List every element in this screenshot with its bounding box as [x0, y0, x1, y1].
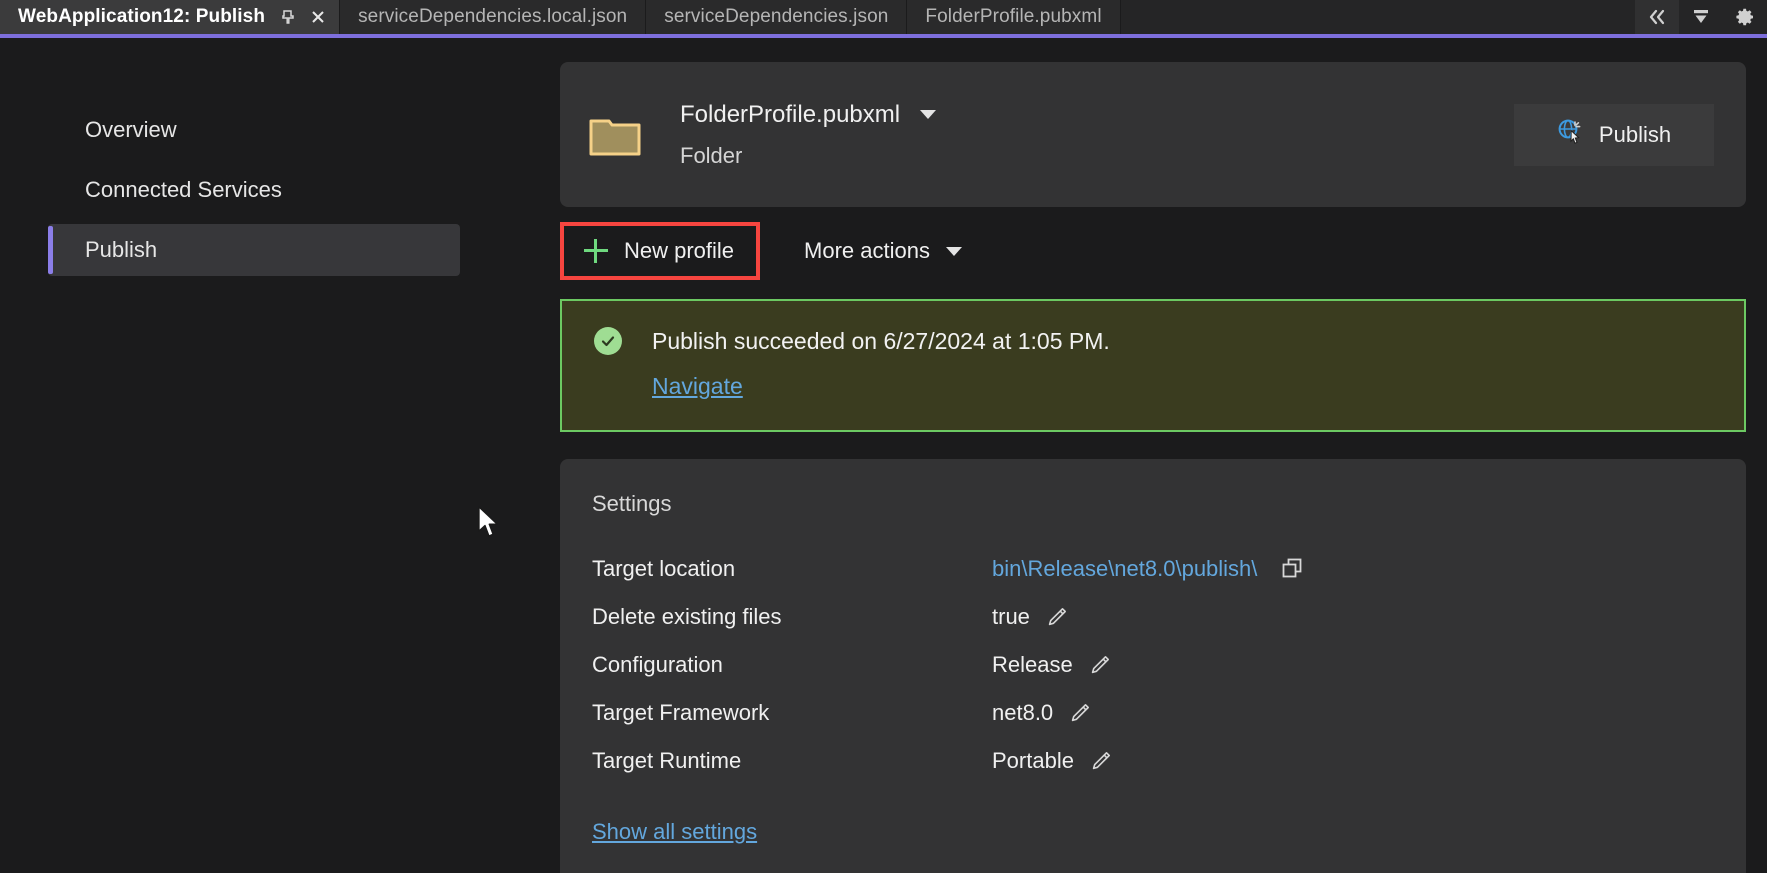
navigate-link[interactable]: Navigate	[652, 373, 743, 400]
copy-icon[interactable]	[1281, 557, 1305, 581]
profile-name: FolderProfile.pubxml	[680, 100, 901, 128]
settings-row-target-runtime: Target Runtime Portable	[592, 737, 1746, 785]
visual-studio-publish-window: WebApplication12: Publish serviceDepende…	[0, 0, 1767, 873]
setting-value-group: true	[992, 604, 1068, 630]
profile-type: Folder	[680, 142, 743, 168]
publish-profile-header: FolderProfile.pubxml Folder Publish	[560, 62, 1746, 207]
publish-main-panel: FolderProfile.pubxml Folder Publish New …	[540, 38, 1767, 873]
tab-label: WebApplication12: Publish	[18, 6, 266, 27]
new-profile-label: New profile	[624, 238, 735, 263]
sidebar-item-overview[interactable]: Overview	[48, 104, 460, 156]
pin-icon[interactable]	[275, 4, 301, 30]
setting-value-group: Portable	[992, 748, 1112, 774]
new-profile-button[interactable]: New profile	[560, 222, 761, 280]
gear-icon[interactable]	[1723, 0, 1767, 34]
setting-label: Configuration	[592, 652, 723, 677]
tab-folderprofile-pubxml[interactable]: FolderProfile.pubxml	[907, 0, 1121, 34]
pencil-icon[interactable]	[1089, 654, 1111, 676]
success-check-icon	[594, 327, 622, 355]
tab-icon-group	[275, 4, 331, 30]
more-actions-label: More actions	[804, 238, 930, 263]
settings-row-delete-existing-files: Delete existing files true	[592, 593, 1746, 641]
profile-name-row[interactable]: FolderProfile.pubxml	[680, 100, 937, 129]
close-icon[interactable]	[305, 4, 331, 30]
publish-globe-icon	[1557, 118, 1585, 152]
status-message: Publish succeeded on 6/27/2024 at 1:05 P…	[652, 327, 1110, 354]
target-location-link[interactable]: bin\Release\net8.0\publish\	[992, 556, 1257, 582]
setting-value: Portable	[992, 748, 1074, 773]
tab-label: serviceDependencies.local.json	[358, 6, 628, 27]
project-nav-sidebar: Overview Connected Services Publish	[0, 38, 540, 873]
tab-webapplication12-publish[interactable]: WebApplication12: Publish	[0, 0, 341, 34]
collapse-chevrons-icon[interactable]	[1635, 0, 1679, 34]
setting-value-group: net8.0	[992, 700, 1091, 726]
tab-servicedependencies-json[interactable]: serviceDependencies.json	[646, 0, 908, 34]
tab-label: FolderProfile.pubxml	[925, 6, 1102, 27]
setting-value-group: Release	[992, 652, 1111, 678]
setting-value: Release	[992, 652, 1073, 677]
settings-title: Settings	[592, 491, 672, 516]
setting-label: Delete existing files	[592, 604, 782, 629]
tab-servicedependencies-local-json[interactable]: serviceDependencies.local.json	[340, 0, 647, 34]
pencil-icon[interactable]	[1069, 702, 1091, 724]
publish-status-banner: Publish succeeded on 6/27/2024 at 1:05 P…	[560, 299, 1746, 432]
tab-bar-filler	[1120, 0, 1635, 34]
chevron-down-icon	[946, 246, 962, 256]
sidebar-item-label: Connected Services	[85, 177, 282, 202]
setting-value: net8.0	[992, 700, 1054, 725]
profile-actions-row: New profile More actions	[560, 219, 1746, 283]
pencil-icon[interactable]	[1090, 750, 1112, 772]
folder-icon	[588, 113, 642, 157]
setting-label: Target Framework	[592, 700, 770, 725]
tab-list-dropdown-icon[interactable]	[1679, 0, 1723, 34]
tab-bar-controls	[1635, 0, 1767, 34]
settings-card: Settings Target location bin\Release\net…	[560, 459, 1746, 873]
editor-tab-bar: WebApplication12: Publish serviceDepende…	[0, 0, 1767, 38]
settings-row-target-location: Target location bin\Release\net8.0\publi…	[592, 545, 1746, 593]
setting-value: true	[992, 604, 1030, 629]
settings-row-configuration: Configuration Release	[592, 641, 1746, 689]
setting-value-group: bin\Release\net8.0\publish\	[992, 556, 1305, 582]
publish-button[interactable]: Publish	[1514, 103, 1714, 166]
show-all-settings-link[interactable]: Show all settings	[592, 819, 757, 845]
plus-icon	[584, 239, 608, 263]
pencil-icon[interactable]	[1046, 606, 1068, 628]
profile-info: FolderProfile.pubxml Folder	[680, 100, 937, 169]
setting-label: Target location	[592, 556, 736, 581]
sidebar-item-publish[interactable]: Publish	[48, 224, 460, 276]
chevron-down-icon[interactable]	[920, 110, 937, 119]
sidebar-item-label: Overview	[85, 117, 177, 142]
publish-button-label: Publish	[1598, 121, 1672, 147]
settings-row-target-framework: Target Framework net8.0	[592, 689, 1746, 737]
sidebar-item-label: Publish	[85, 237, 158, 262]
status-message-row: Publish succeeded on 6/27/2024 at 1:05 P…	[594, 327, 1744, 355]
more-actions-button[interactable]: More actions	[790, 228, 976, 274]
sidebar-item-connected-services[interactable]: Connected Services	[48, 164, 460, 216]
setting-label: Target Runtime	[592, 748, 742, 773]
tab-label: serviceDependencies.json	[664, 6, 889, 27]
